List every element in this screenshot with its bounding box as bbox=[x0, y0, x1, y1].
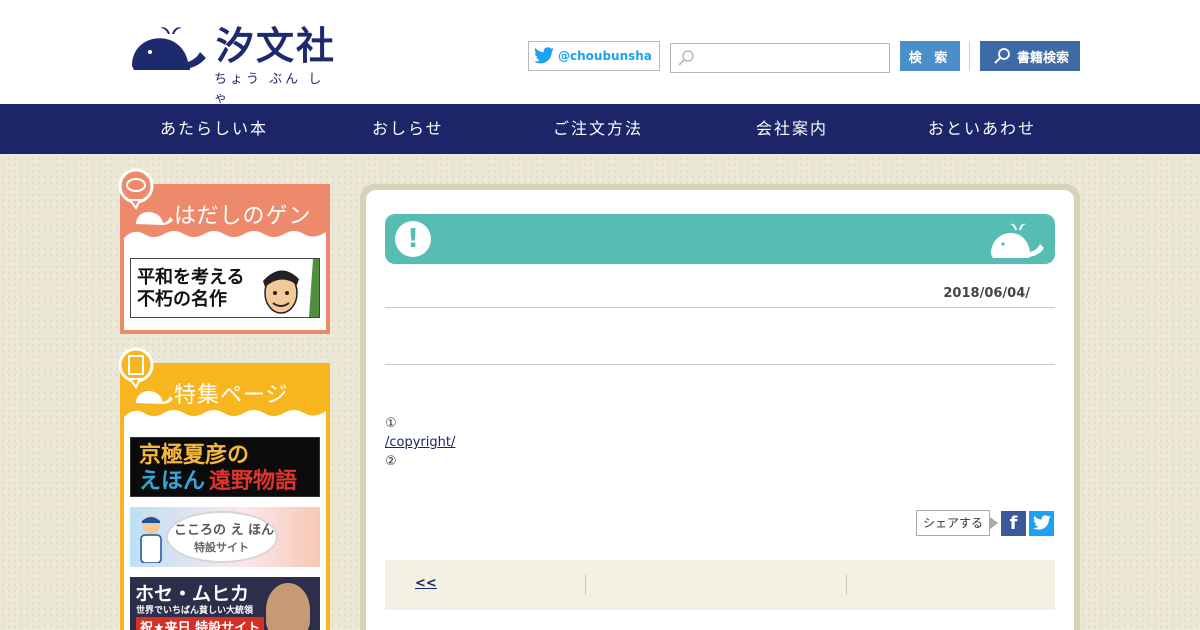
search-button[interactable]: 検 索 bbox=[900, 41, 960, 71]
main-nav: あたらしい本 おしらせ ご注文方法 会社案内 おといあわせ bbox=[0, 104, 1200, 154]
pager-separator bbox=[846, 575, 847, 595]
exclamation-icon: ! bbox=[395, 221, 431, 257]
header-divider bbox=[969, 41, 970, 71]
banner2-line2: 特設サイト bbox=[194, 541, 249, 554]
twitter-icon[interactable] bbox=[1029, 510, 1054, 536]
nav-item-news[interactable]: おしらせ bbox=[372, 104, 444, 154]
twitter-handle: @choubunsha bbox=[558, 49, 652, 63]
twitter-bird-icon bbox=[534, 47, 554, 64]
body-line-3: ② bbox=[385, 454, 397, 469]
book-search-button[interactable]: 書籍検索 bbox=[980, 41, 1080, 71]
logo-subtitle: ちょう ぶん しゃ bbox=[214, 72, 325, 106]
prev-page-link[interactable]: << bbox=[415, 576, 437, 591]
twitter-follow-link[interactable]: @choubunsha bbox=[528, 41, 660, 71]
article-body: ① /copyright/ ② bbox=[385, 414, 455, 471]
sidebar-special-section: 特集ページ 京極夏彦の えほん 遠野物語 こころの え ほん 特設サイト ホセ・… bbox=[118, 347, 330, 630]
search-field[interactable] bbox=[670, 43, 890, 73]
banner1-line1: 京極夏彦の bbox=[139, 442, 250, 468]
baseball-player-illustration bbox=[140, 516, 162, 563]
pager-separator bbox=[585, 575, 586, 595]
banner-jose-mujica[interactable]: ホセ・ムヒカ 世界でいちばん貧しい大統領 祝★来日 特設サイト bbox=[130, 577, 320, 630]
twitter-bird-icon bbox=[1032, 515, 1051, 530]
sidebar-gen-section: はだしのゲン 平和を考える 不朽の名作 bbox=[118, 168, 330, 334]
search-icon bbox=[678, 50, 694, 66]
logo-title: 汐文社 bbox=[216, 23, 337, 68]
copyright-link[interactable]: /copyright/ bbox=[385, 435, 455, 450]
search-input[interactable] bbox=[699, 46, 885, 70]
banner-kokoro-ehon[interactable]: こころの え ほん 特設サイト bbox=[130, 507, 320, 567]
main-content-frame: ! 2018/06/04/ ① /copyright/ ② シェアする f << bbox=[360, 184, 1080, 630]
nav-item-contact[interactable]: おといあわせ bbox=[928, 104, 1036, 154]
site-logo[interactable]: 汐文社 ちょう ぶん しゃ bbox=[130, 20, 340, 106]
banner3-line1: ホセ・ムヒカ bbox=[135, 583, 250, 605]
search-icon bbox=[994, 48, 1010, 64]
facebook-icon[interactable]: f bbox=[1001, 510, 1026, 536]
article-date: 2018/06/04/ bbox=[943, 286, 1030, 301]
banner2-line1: こころの え ほん bbox=[174, 523, 275, 538]
article-container: ! 2018/06/04/ ① /copyright/ ② シェアする f << bbox=[366, 190, 1074, 630]
divider bbox=[385, 307, 1055, 308]
share-label: シェアする bbox=[915, 510, 999, 536]
sidebar-gen-panel: 平和を考える 不朽の名作 bbox=[124, 238, 326, 330]
gen-banner[interactable]: 平和を考える 不朽の名作 bbox=[130, 258, 320, 318]
nav-item-new-books[interactable]: あたらしい本 bbox=[160, 104, 268, 154]
banner1-line2b: 遠野物語 bbox=[209, 468, 298, 494]
banner3-line2: 世界でいちばん貧しい大統領 bbox=[136, 606, 254, 616]
body-line-1: ① bbox=[385, 416, 397, 431]
mujica-portrait bbox=[266, 583, 310, 630]
banner-kyogoku-ehon[interactable]: 京極夏彦の えほん 遠野物語 bbox=[130, 437, 320, 497]
divider bbox=[385, 364, 1055, 365]
gen-banner-line2: 不朽の名作 bbox=[137, 289, 227, 310]
pagination: << bbox=[385, 560, 1055, 610]
sidebar-special-panel: 京極夏彦の えほん 遠野物語 こころの え ほん 特設サイト ホセ・ムヒカ 世界… bbox=[124, 417, 326, 630]
nav-item-order[interactable]: ご注文方法 bbox=[553, 104, 643, 154]
banner1-line2a: えほん bbox=[139, 468, 206, 494]
share-bar: シェアする f bbox=[915, 510, 1054, 536]
article-header-bar: ! bbox=[385, 214, 1055, 264]
banner3-line3: 祝★来日 特設サイト bbox=[136, 617, 265, 630]
nav-item-company[interactable]: 会社案内 bbox=[756, 104, 828, 154]
whale-logo-icon bbox=[132, 27, 206, 70]
gen-banner-line1: 平和を考える bbox=[137, 267, 245, 288]
whale-icon bbox=[991, 223, 1044, 258]
gen-character-illustration bbox=[251, 259, 319, 317]
book-search-label: 書籍検索 bbox=[1016, 50, 1069, 66]
site-header: 汐文社 ちょう ぶん しゃ @choubunsha 検 索 書籍検索 bbox=[0, 0, 1200, 106]
